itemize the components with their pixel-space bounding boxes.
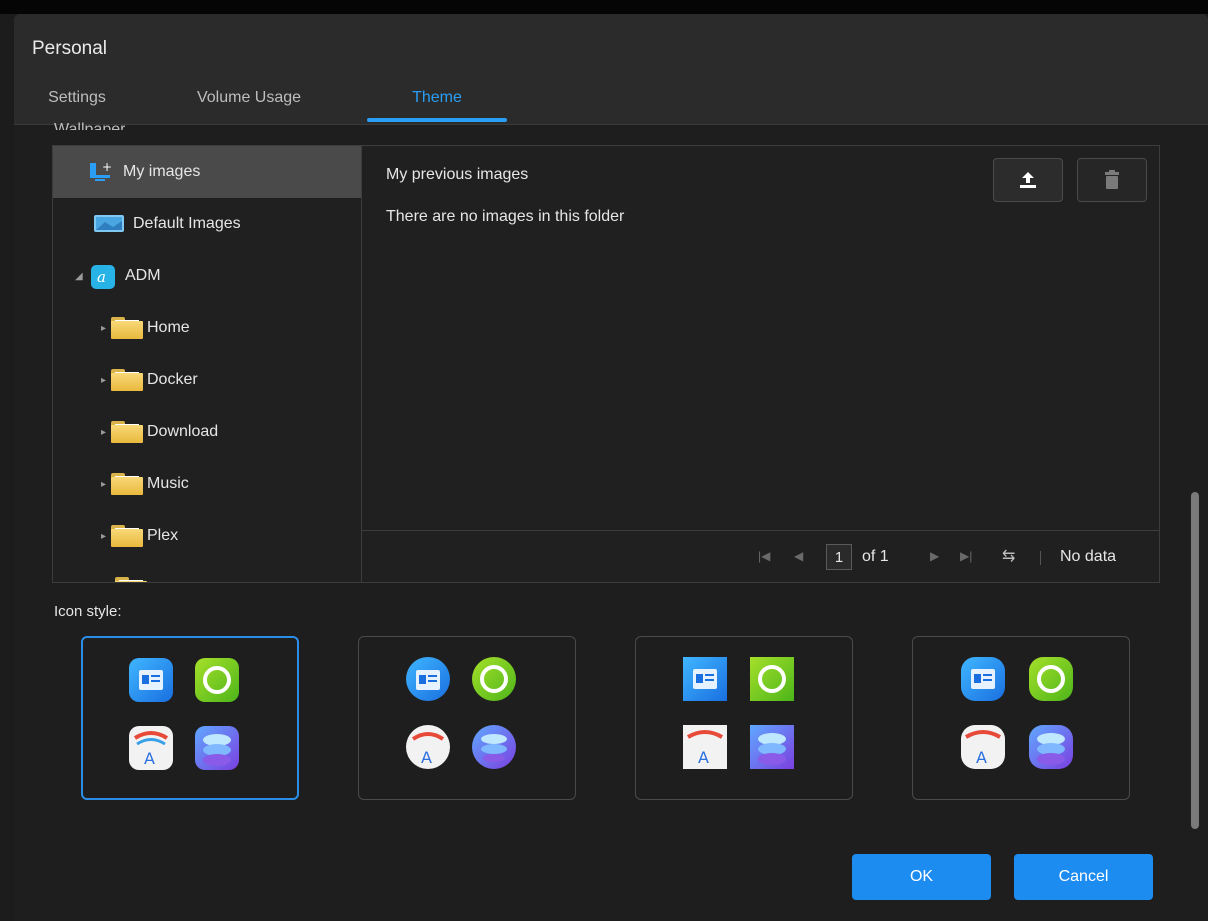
upload-button[interactable]: [993, 158, 1063, 202]
top-strip: [0, 0, 1208, 14]
wallpaper-section-label: Wallpaper: [54, 121, 126, 130]
svg-text:A: A: [698, 748, 709, 767]
tree-item-plex[interactable]: ▸ Plex: [53, 510, 361, 562]
delete-button[interactable]: [1077, 158, 1147, 202]
icon-style-option-rounded[interactable]: A: [81, 636, 299, 800]
monitor-add-icon: +: [89, 160, 115, 183]
tab-settings[interactable]: Settings: [32, 80, 122, 120]
folder-icon: [111, 317, 143, 339]
tree-item-adm[interactable]: ◢ a ADM: [53, 250, 361, 302]
expand-arrow-icon[interactable]: ▸: [101, 375, 111, 386]
images-pane: My previous images There are no images i…: [362, 146, 1159, 582]
last-page-icon[interactable]: ▶|: [960, 549, 972, 563]
tree-item-label: Docker: [147, 371, 198, 388]
tree-item-music[interactable]: ▸ Music: [53, 458, 361, 510]
vertical-scrollbar[interactable]: [1191, 492, 1199, 829]
pane-title: My previous images: [386, 166, 529, 183]
active-tab-indicator: [367, 118, 507, 122]
folder-icon: [115, 577, 147, 582]
first-page-icon[interactable]: |◀: [758, 549, 770, 563]
pager-status: No data: [1060, 548, 1117, 565]
expand-arrow-icon[interactable]: ▸: [101, 479, 111, 490]
tree-item-label: ADM: [125, 267, 161, 284]
page-count: of 1: [862, 548, 889, 565]
svg-text:+: +: [102, 161, 112, 174]
empty-message: There are no images in this folder: [386, 208, 625, 225]
tree-item-docker[interactable]: ▸ Docker: [53, 354, 361, 406]
tree-item-label: My images: [123, 163, 201, 180]
icon-style-option-circle[interactable]: A: [358, 636, 576, 800]
folder-icon: [111, 473, 143, 495]
upload-icon: [1020, 172, 1036, 188]
svg-text:A: A: [421, 748, 432, 767]
tree-item-label: Download: [147, 423, 219, 440]
pagination-bar: |◀ ◀ 1 of 1 ▶ ▶| ⇆ No data: [362, 530, 1159, 583]
folder-icon: [111, 369, 143, 391]
cancel-button[interactable]: Cancel: [1014, 854, 1153, 900]
expand-arrow-icon[interactable]: ▸: [101, 427, 111, 438]
personal-dialog: Personal Settings Volume Usage Theme Wal…: [0, 0, 1208, 921]
tree-item-my-images[interactable]: + My images: [53, 146, 361, 198]
theme-content: Wallpaper + My images Default Images ◢ a…: [14, 121, 1208, 921]
icon-style-option-square[interactable]: A: [635, 636, 853, 800]
tree-item-label: Default Images: [133, 215, 241, 232]
next-page-icon[interactable]: ▶: [930, 549, 939, 563]
icon-style-preview: A: [406, 657, 516, 769]
adm-logo-icon: a: [91, 265, 117, 289]
folder-tree: + My images Default Images ◢ a ADM ▸ Hom…: [53, 146, 362, 582]
icon-style-option-squircle[interactable]: A: [912, 636, 1130, 800]
tab-theme[interactable]: Theme: [367, 80, 507, 120]
tree-item-label: Music: [147, 475, 189, 492]
tree-item-label: Plex: [147, 527, 179, 544]
dialog-title: Personal: [32, 38, 107, 59]
expand-arrow-icon[interactable]: ◢: [75, 271, 85, 282]
tree-item-download[interactable]: ▸ Download: [53, 406, 361, 458]
tree-item-default-images[interactable]: Default Images: [53, 198, 361, 250]
icon-style-label: Icon style:: [54, 603, 122, 620]
svg-text:a: a: [97, 268, 106, 286]
refresh-icon[interactable]: ⇆: [1002, 546, 1015, 566]
expand-arrow-icon[interactable]: ▸: [101, 323, 111, 334]
page-number-input[interactable]: 1: [826, 544, 852, 570]
pager-divider: [1040, 551, 1041, 565]
ok-button[interactable]: OK: [852, 854, 991, 900]
wallpaper-panel: + My images Default Images ◢ a ADM ▸ Hom…: [52, 145, 1160, 583]
svg-text:A: A: [976, 748, 987, 767]
folder-icon: [111, 421, 143, 443]
tree-item-home[interactable]: ▸ Home: [53, 302, 361, 354]
tab-volume-usage[interactable]: Volume Usage: [174, 80, 324, 120]
icon-style-preview: A: [961, 657, 1073, 769]
icon-style-preview: A: [683, 657, 794, 769]
monitor-icon: [93, 213, 125, 235]
tree-item-label: Home: [147, 319, 190, 336]
tree-item-partial: [53, 562, 361, 582]
svg-text:A: A: [144, 749, 155, 768]
prev-page-icon[interactable]: ◀: [794, 549, 803, 563]
dialog-header: Personal Settings Volume Usage Theme: [14, 14, 1208, 124]
expand-arrow-icon[interactable]: ▸: [101, 531, 111, 542]
folder-icon: [111, 525, 143, 547]
icon-style-preview: A: [129, 658, 239, 770]
trash-icon: [1105, 170, 1119, 189]
